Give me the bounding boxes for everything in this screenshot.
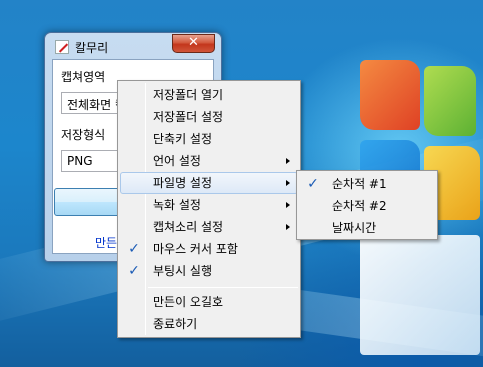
menu-item-label: 녹화 설정 [153,198,201,212]
submenu-item-datetime[interactable]: 날짜시간 [299,217,435,239]
save-format-label: 저장형식 [61,128,106,142]
logo-pane [360,235,480,355]
maker-link[interactable]: 만든 [95,234,117,251]
app-knife-icon [55,40,69,54]
menu-item-label: 저장폴더 열기 [153,88,224,102]
menu-item-capture-sound-settings[interactable]: 캡쳐소리 설정 [120,216,298,238]
menu-item-open-save-folder[interactable]: 저장폴더 열기 [120,84,298,106]
menu-item-author[interactable]: 만든이 오길호 [120,291,298,313]
close-button[interactable]: ✕ [172,34,215,53]
window-titlebar[interactable]: 칼무리 ✕ [45,33,221,59]
menu-item-language-settings[interactable]: 언어 설정 [120,150,298,172]
logo-pane [424,66,476,136]
submenu-item-label: 순차적 #2 [332,199,387,213]
menu-item-label: 캡쳐소리 설정 [153,220,224,234]
submenu-item-label: 순차적 #1 [332,177,387,191]
menu-item-label: 마우스 커서 포함 [153,242,238,256]
submenu-arrow-icon [286,180,290,186]
submenu-item-sequential-1[interactable]: ✓ 순차적 #1 [299,173,435,195]
menu-item-exit[interactable]: 종료하기 [120,313,298,335]
menu-item-label: 저장폴더 설정 [153,110,224,124]
submenu-arrow-icon [286,202,290,208]
checkmark-icon: ✓ [307,176,319,192]
menu-item-label: 종료하기 [153,317,198,331]
submenu-item-sequential-2[interactable]: 순차적 #2 [299,195,435,217]
menu-item-filename-settings[interactable]: 파일명 설정 [120,172,298,194]
capture-area-label: 캡쳐영역 [61,70,106,84]
logo-pane [360,60,420,130]
checkmark-icon: ✓ [128,263,140,279]
context-menu: 저장폴더 열기 저장폴더 설정 단축키 설정 언어 설정 파일명 설정 녹화 설… [117,80,301,338]
submenu-arrow-icon [286,224,290,230]
menu-item-label: 단축키 설정 [153,132,213,146]
menu-item-include-mouse-cursor[interactable]: ✓ 마우스 커서 포함 [120,238,298,260]
menu-item-hotkey-settings[interactable]: 단축키 설정 [120,128,298,150]
submenu-arrow-icon [286,158,290,164]
menu-item-label: 언어 설정 [153,154,201,168]
menu-item-run-at-startup[interactable]: ✓ 부팅시 실행 [120,260,298,282]
filename-submenu: ✓ 순차적 #1 순차적 #2 날짜시간 [296,170,438,240]
window-title: 칼무리 [75,41,109,55]
menu-item-set-save-folder[interactable]: 저장폴더 설정 [120,106,298,128]
menu-item-recording-settings[interactable]: 녹화 설정 [120,194,298,216]
checkmark-icon: ✓ [128,241,140,257]
menu-item-label: 부팅시 실행 [153,264,213,278]
menu-separator [148,287,298,288]
menu-item-label: 파일명 설정 [153,176,213,190]
submenu-item-label: 날짜시간 [332,221,377,235]
menu-item-label: 만든이 오길호 [153,295,224,309]
